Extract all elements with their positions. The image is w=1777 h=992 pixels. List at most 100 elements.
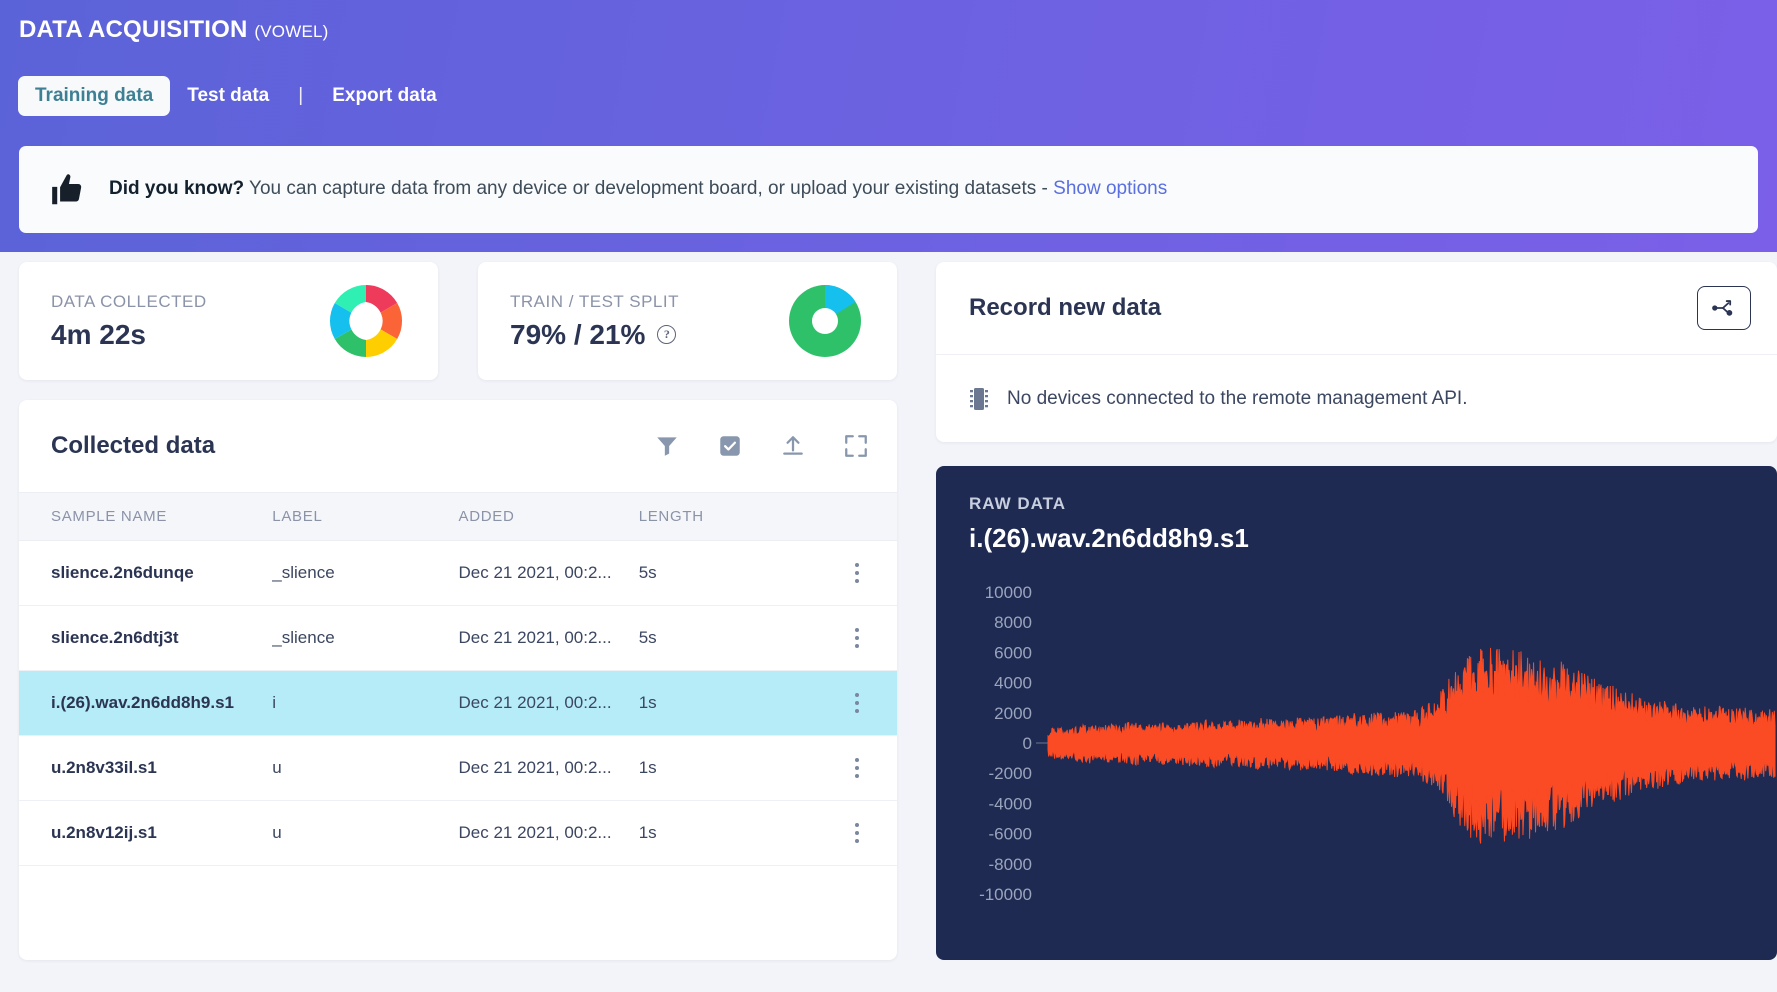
stat-text-block: TRAIN / TEST SPLIT 79% / 21% ?: [510, 292, 679, 351]
usb-icon: [1712, 300, 1733, 316]
row-menu-icon[interactable]: [817, 628, 897, 648]
cell-actions: [816, 540, 897, 606]
table-row[interactable]: slience.2n6dunqe _slience Dec 21 2021, 0…: [19, 540, 897, 606]
y-axis-tick-label: -4000: [989, 794, 1032, 813]
cell-label: _slience: [272, 605, 459, 671]
column-header-actions: [816, 492, 897, 541]
row-menu-icon[interactable]: [817, 758, 897, 778]
upload-icon[interactable]: [780, 433, 806, 459]
select-checkbox-icon[interactable]: [717, 433, 743, 459]
help-icon[interactable]: ?: [657, 325, 677, 344]
show-options-link[interactable]: Show options: [1053, 178, 1167, 199]
cell-actions: [816, 670, 897, 736]
waveform-y-axis: 10000 8000 6000 4000 2000 0 -2000 -4000 -6000 -80…: [979, 584, 1048, 904]
thumbs-up-icon: [52, 173, 82, 204]
cell-actions: [816, 605, 897, 671]
did-you-know-banner: Did you know? You can capture data from …: [19, 146, 1758, 233]
record-new-data-body: No devices connected to the remote manag…: [936, 354, 1777, 442]
table-row[interactable]: u.2n8v33il.s1 u Dec 21 2021, 00:2... 1s: [19, 735, 897, 801]
y-axis-tick-label: 10000: [985, 584, 1032, 602]
data-collected-value: 4m 22s: [51, 318, 146, 350]
waveform-path: [1047, 647, 1776, 844]
train-test-split-donut-chart: [789, 285, 861, 357]
tab-export-data[interactable]: Export data: [315, 76, 454, 116]
data-collected-donut-chart: [329, 285, 403, 357]
column-header-length[interactable]: LENGTH: [638, 492, 817, 541]
raw-data-panel: RAW DATA i.(26).wav.2n6dd8h9.s1 10000 800…: [936, 466, 1777, 960]
tab-test-data[interactable]: Test data: [170, 76, 286, 116]
row-menu-icon[interactable]: [817, 563, 897, 583]
page-title: DATA ACQUISITION (VOWEL): [19, 16, 329, 44]
train-test-split-label: TRAIN / TEST SPLIT: [510, 291, 679, 311]
did-you-know-text: Did you know? You can capture data from …: [109, 177, 1167, 202]
cell-sample-name: i.(26).wav.2n6dd8h9.s1: [19, 670, 273, 736]
chip-icon: [970, 387, 988, 410]
page-header: DATA ACQUISITION (VOWEL) Training data T…: [0, 0, 1777, 252]
tab-bar: Training data Test data | Export data: [18, 76, 454, 116]
collected-data-title: Collected data: [51, 432, 216, 459]
tab-separator: |: [298, 85, 304, 106]
y-axis-tick-label: -6000: [989, 825, 1032, 844]
stat-card-train-test-split: TRAIN / TEST SPLIT 79% / 21% ?: [478, 262, 897, 380]
y-axis-tick-label: 6000: [994, 643, 1032, 662]
stat-card-data-collected: DATA COLLECTED 4m 22s: [19, 262, 438, 380]
raw-data-label: RAW DATA: [969, 494, 1067, 513]
table-body: slience.2n6dunqe _slience Dec 21 2021, 0…: [19, 540, 897, 866]
table-header-row: SAMPLE NAME LABEL ADDED LENGTH: [19, 492, 897, 541]
cell-length: 1s: [638, 735, 817, 801]
table-row-selected[interactable]: i.(26).wav.2n6dd8h9.s1 i Dec 21 2021, 00…: [19, 670, 897, 736]
cell-actions: [816, 735, 897, 801]
cell-added: Dec 21 2021, 00:2...: [458, 540, 639, 606]
cell-label: u: [272, 800, 459, 866]
cell-label: u: [272, 735, 459, 801]
filter-icon[interactable]: [654, 433, 680, 459]
y-axis-tick-label: 0: [1023, 734, 1032, 753]
column-header-label[interactable]: LABEL: [272, 492, 459, 541]
cell-added: Dec 21 2021, 00:2...: [458, 800, 639, 866]
record-new-data-panel: Record new data No devices connected to …: [936, 262, 1777, 442]
table-row[interactable]: slience.2n6dtj3t _slience Dec 21 2021, 0…: [19, 605, 897, 671]
row-menu-icon[interactable]: [817, 823, 897, 843]
cell-added: Dec 21 2021, 00:2...: [458, 735, 639, 801]
expand-icon[interactable]: [843, 433, 869, 459]
collected-data-header: Collected data: [19, 400, 897, 492]
cell-sample-name: slience.2n6dunqe: [19, 540, 273, 606]
row-menu-icon[interactable]: [817, 693, 897, 713]
cell-length: 1s: [638, 800, 817, 866]
train-test-split-number: 79% / 21%: [510, 318, 646, 350]
cell-added: Dec 21 2021, 00:2...: [458, 670, 639, 736]
tab-training-data[interactable]: Training data: [18, 76, 171, 116]
cell-label: _slience: [272, 540, 459, 606]
collected-data-toolbar: [654, 433, 869, 459]
y-axis-tick-label: -10000: [979, 885, 1032, 904]
record-new-data-header: Record new data: [936, 262, 1777, 354]
column-header-sample-name[interactable]: SAMPLE NAME: [19, 492, 273, 541]
raw-data-sample-title: i.(26).wav.2n6dd8h9.s1: [969, 523, 1249, 553]
collected-data-panel: Collected data SAMPLE NAME LABEL ADDED L…: [19, 400, 897, 960]
did-you-know-body: You can capture data from any device or …: [244, 178, 1054, 200]
cell-added: Dec 21 2021, 00:2...: [458, 605, 639, 671]
cell-length: 5s: [638, 540, 817, 606]
cell-label: i: [272, 670, 459, 736]
y-axis-tick-label: -8000: [989, 855, 1032, 874]
page-title-subtitle: (VOWEL): [254, 22, 329, 41]
train-test-split-value: 79% / 21% ?: [510, 319, 679, 351]
cell-actions: [816, 800, 897, 866]
cell-sample-name: slience.2n6dtj3t: [19, 605, 273, 671]
cell-length: 5s: [638, 605, 817, 671]
page-title-main: DATA ACQUISITION: [19, 16, 248, 43]
did-you-know-bold: Did you know?: [109, 178, 245, 200]
data-collected-label: DATA COLLECTED: [51, 291, 207, 311]
record-new-data-title: Record new data: [969, 294, 1162, 321]
no-devices-message: No devices connected to the remote manag…: [1007, 387, 1468, 409]
table-row[interactable]: u.2n8v12ij.s1 u Dec 21 2021, 00:2... 1s: [19, 800, 897, 866]
cell-length: 1s: [638, 670, 817, 736]
y-axis-tick-label: 4000: [994, 674, 1032, 693]
usb-connect-button[interactable]: [1697, 286, 1751, 330]
table-header: SAMPLE NAME LABEL ADDED LENGTH: [19, 492, 897, 541]
y-axis-tick-label: 2000: [994, 704, 1032, 723]
y-axis-tick-label: -2000: [989, 764, 1032, 783]
cell-sample-name: u.2n8v33il.s1: [19, 735, 273, 801]
column-header-added[interactable]: ADDED: [458, 492, 639, 541]
raw-data-waveform-chart: 10000 8000 6000 4000 2000 0 -2000 -4000 -6000 -80…: [979, 584, 1776, 904]
